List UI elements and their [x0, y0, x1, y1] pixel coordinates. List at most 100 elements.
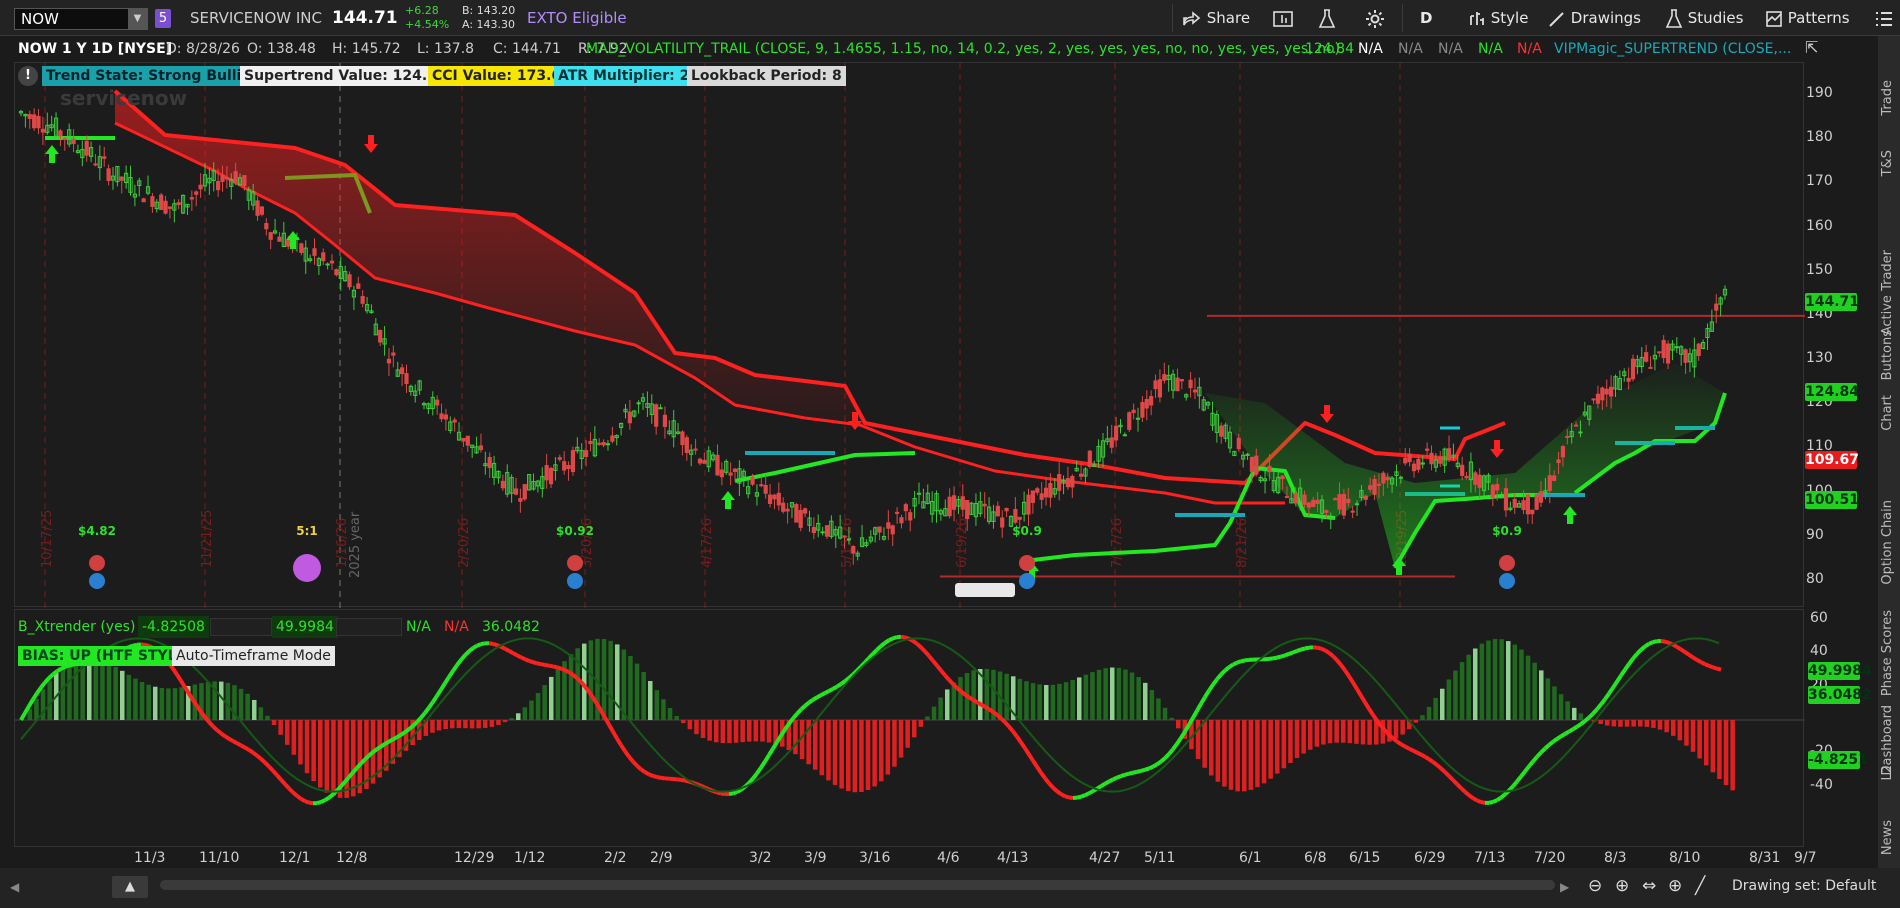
- zoom-out-icon[interactable]: ⊖: [1588, 876, 1602, 896]
- price-chart-svg[interactable]: 10/17/25 11/21/25 1/16/26 2/20/26 3/20/26 4/1…: [15, 63, 1805, 608]
- histogram-bar: [1255, 720, 1260, 788]
- drawings-button[interactable]: Drawings: [1548, 5, 1641, 31]
- zoom-in-icon[interactable]: ⊕: [1615, 876, 1629, 896]
- horizontal-scrollbar[interactable]: [160, 880, 1555, 890]
- xtrender-line-segment: [1015, 735, 1023, 744]
- study-vipmagic-supertrend[interactable]: VIPMagic_SUPERTREND (CLOSE,...: [1554, 36, 1791, 62]
- candle: [566, 464, 571, 470]
- scroll-right-icon[interactable]: ▶: [1560, 880, 1569, 894]
- chart-description[interactable]: NOW 1 Y 1D [NYSE]: [18, 36, 172, 62]
- dock-tab-option-chain[interactable]: Option Chain: [1880, 500, 1898, 585]
- histogram-bar: [324, 720, 330, 793]
- xtrender-line-segment: [807, 698, 815, 705]
- xtrender-line-segment: [251, 750, 259, 758]
- bull-fill-area: [1205, 363, 1725, 568]
- xtrender-line-segment: [447, 669, 455, 679]
- dock-tab-t-s[interactable]: T&S: [1880, 150, 1898, 176]
- candle: [798, 509, 803, 528]
- candle: [194, 191, 199, 195]
- histogram-bar: [984, 668, 990, 720]
- dock-tab-buttons[interactable]: Buttons: [1880, 330, 1898, 380]
- histogram-bar: [1512, 644, 1518, 720]
- histogram-bar: [1103, 668, 1108, 720]
- dock-tab-news[interactable]: News: [1880, 820, 1898, 855]
- link-group-badge[interactable]: 5: [155, 9, 171, 28]
- time-axis[interactable]: 11/3 11/10 12/1 12/8 12/29 1/12 2/2 2/9 3/2 3/9 3/…: [14, 850, 1817, 868]
- aggregation-button[interactable]: D: [1420, 5, 1432, 31]
- collapse-icon[interactable]: ⇱: [1805, 38, 1835, 58]
- dock-tab-l2[interactable]: L2: [1880, 765, 1898, 781]
- expand-icon[interactable]: ▲: [112, 876, 148, 898]
- histogram-bar: [291, 720, 297, 755]
- xtrender-panel[interactable]: [14, 609, 1805, 847]
- candle: [325, 263, 330, 266]
- xtrender-line-segment: [263, 761, 271, 768]
- patterns-button[interactable]: Patterns: [1765, 5, 1850, 31]
- price-chart-panel[interactable]: 10/17/25 11/21/25 1/16/26 2/20/26 3/20/26 4/1…: [14, 62, 1805, 608]
- draw-line-icon[interactable]: ╱: [1695, 876, 1705, 896]
- xtrender-line-segment: [1591, 707, 1599, 715]
- menu-button[interactable]: [1875, 5, 1893, 31]
- histogram-bar: [179, 687, 184, 720]
- candle: [1354, 503, 1360, 506]
- supertrend-red-line: [113, 89, 1506, 485]
- histogram-bar: [456, 720, 462, 729]
- histogram-bar: [87, 656, 92, 720]
- histogram-bar: [938, 697, 943, 720]
- histogram-bar: [1723, 720, 1729, 786]
- xtrender-line-segment: [552, 664, 558, 670]
- xtrender-study-name[interactable]: B_Xtrender (yes): [18, 616, 135, 638]
- xtrender-line-segment: [532, 660, 538, 666]
- xtrender-line-segment: [1603, 692, 1611, 701]
- dock-tab-phase-scores[interactable]: Phase Scores: [1880, 610, 1898, 696]
- xtrender-line-segment: [759, 760, 767, 769]
- xtrender-line-segment: [1140, 767, 1146, 773]
- crosshair-icon[interactable]: ⊕: [1668, 876, 1682, 896]
- xtrender-line-segment: [1084, 791, 1090, 798]
- alert-icon[interactable]: !: [18, 66, 38, 86]
- candle: [1446, 448, 1452, 461]
- quote-panel-button[interactable]: [1273, 5, 1293, 31]
- xtrender-line-segment: [967, 695, 975, 702]
- beaker-button[interactable]: [1318, 5, 1336, 31]
- xtrender-line-segment: [540, 662, 546, 667]
- histogram-bar: [575, 648, 580, 720]
- histogram-bar: [661, 699, 666, 720]
- drawing-set-selector[interactable]: Drawing set: Default: [1732, 878, 1876, 894]
- xtrender-line-segment: [799, 704, 807, 711]
- histogram-bar: [1413, 720, 1419, 723]
- style-button[interactable]: Style: [1468, 5, 1528, 31]
- candle: [1333, 498, 1338, 501]
- dock-tab-trade[interactable]: Trade: [1880, 80, 1898, 116]
- dock-tab-chart[interactable]: Chart: [1880, 395, 1898, 431]
- candle: [890, 525, 895, 535]
- xtrender-tick: 40: [1810, 643, 1828, 660]
- histogram-bar: [905, 720, 910, 748]
- xtrender-line-segment: [1447, 774, 1455, 782]
- time-tick: 6/1: [1239, 850, 1262, 866]
- xtrender-line-segment: [1648, 640, 1654, 646]
- studies-button[interactable]: Studies: [1665, 5, 1743, 31]
- candle: [347, 274, 352, 288]
- xtrender-line-segment: [1391, 736, 1399, 744]
- share-button[interactable]: Share: [1182, 5, 1250, 31]
- dock-tab-active-trader[interactable]: Active Trader: [1880, 250, 1898, 335]
- pan-icon[interactable]: ⇔: [1642, 876, 1656, 896]
- xtrender-line-segment: [1023, 747, 1031, 756]
- candle: [1157, 379, 1163, 398]
- symbol-dropdown-icon[interactable]: ▼: [128, 9, 147, 29]
- histogram-bar: [73, 658, 79, 720]
- histogram-bar: [1506, 641, 1511, 720]
- xtrender-line-segment: [919, 645, 927, 653]
- study-mad-volatility-trail[interactable]: MAD_VOLATILITY_TRAIL (CLOSE, 9, 1.4655, …: [586, 36, 1340, 62]
- candle: [1302, 494, 1307, 505]
- histogram-bar: [113, 666, 118, 720]
- expiry-date-label: 11/21/25: [200, 510, 215, 568]
- expiry-date-label: 8/21/26: [1235, 518, 1250, 568]
- xtrender-line-segment: [1423, 755, 1431, 761]
- scroll-left-icon[interactable]: ◀: [10, 880, 19, 894]
- settings-button[interactable]: [1365, 5, 1385, 31]
- candle: [636, 402, 641, 405]
- histogram-bar: [555, 668, 561, 720]
- histogram-bar: [1044, 684, 1049, 720]
